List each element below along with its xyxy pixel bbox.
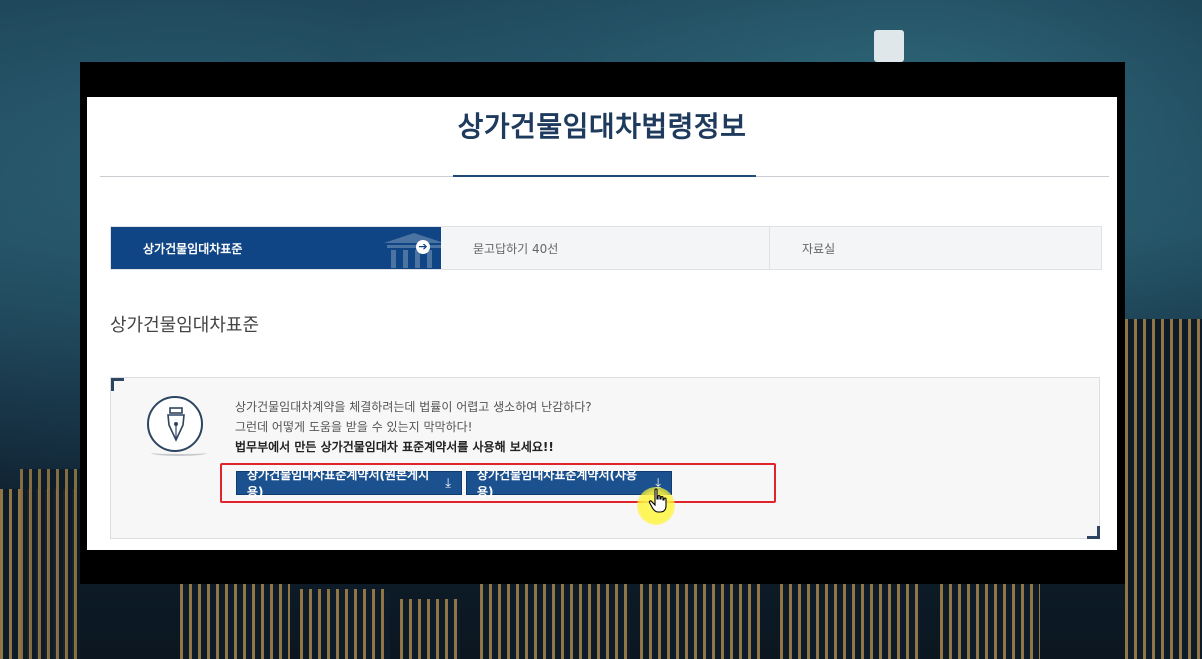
tab-label: 상가건물임대차표준: [143, 241, 243, 256]
info-box: 상가건물임대차계약을 체결하려는데 법률이 어렵고 생소하여 난감하다? 그런데…: [110, 377, 1100, 539]
tower-top: [874, 30, 904, 62]
tab-label: 묻고답하기 40선: [473, 241, 559, 256]
page-title: 상가건물임대차법령정보: [457, 110, 747, 143]
fountain-pen-icon: [147, 396, 203, 452]
tab-qna-40[interactable]: 묻고답하기 40선: [441, 227, 770, 269]
corner-decoration: [111, 378, 124, 391]
info-text-emphasis: 법무부에서 만든 상가건물임대차 표준계약서를 사용해 보세요!!: [235, 440, 554, 454]
hand-pointer-icon: [648, 488, 667, 513]
tab-archive[interactable]: 자료실: [770, 227, 1101, 269]
web-page: 상가건물임대차법령정보 상가건물임대차표준 ➔ 묻고답하기 40선 자료실 상가…: [87, 97, 1117, 550]
tab-lease-standard[interactable]: 상가건물임대차표준 ➔: [111, 227, 444, 269]
info-text-line: 상가건물임대차계약을 체결하려는데 법률이 어렵고 생소하여 난감하다?: [235, 400, 592, 414]
tab-label: 자료실: [802, 241, 836, 256]
corner-decoration: [1087, 526, 1100, 539]
title-accent-bar: [453, 175, 756, 177]
highlight-box: [220, 463, 776, 503]
arrow-right-circle-icon: ➔: [416, 240, 430, 254]
section-title: 상가건물임대차표준: [110, 315, 260, 336]
info-text-line: 그런데 어떻게 도움을 받을 수 있는지 막막하다!: [235, 420, 473, 434]
building-icon: [384, 233, 444, 268]
tab-bar: 상가건물임대차표준 ➔ 묻고답하기 40선 자료실: [110, 226, 1102, 270]
